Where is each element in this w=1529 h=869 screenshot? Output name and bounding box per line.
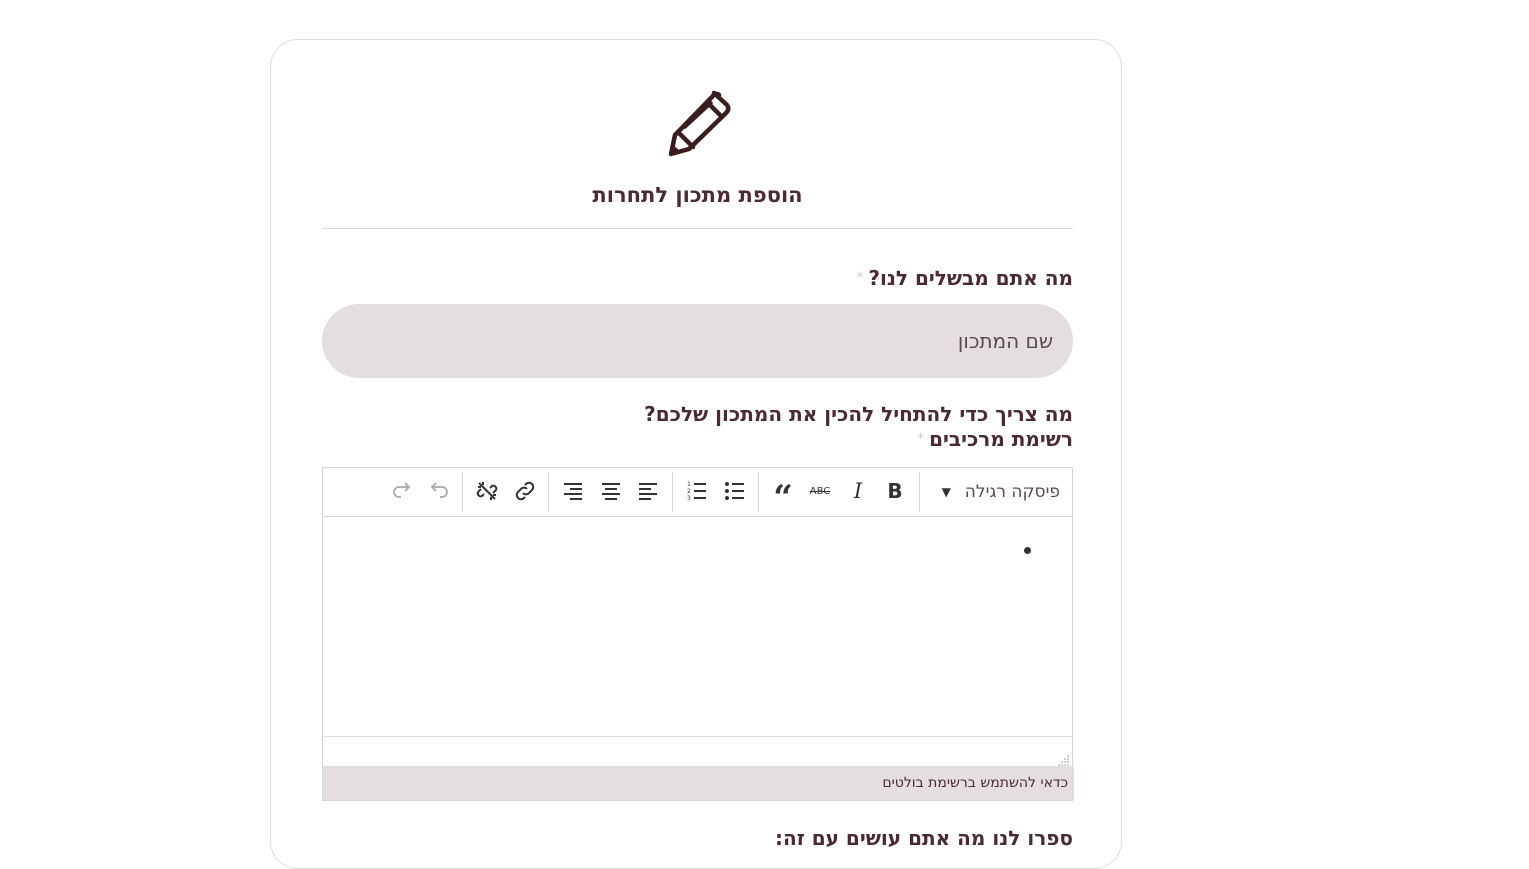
required-mark: *: [856, 270, 864, 286]
undo-button[interactable]: [422, 474, 456, 508]
recipe-name-label-text: מה אתם מבשלים לנו?: [868, 266, 1073, 290]
bold-button[interactable]: B: [878, 474, 912, 508]
unlink-button[interactable]: [470, 474, 504, 508]
ingredients-label: מה צריך כדי להתחיל להכין את המתכון שלכם?…: [644, 402, 1073, 452]
recipe-name-input[interactable]: [322, 304, 1073, 378]
ingredients-label-line2: רשימת מרכיבים: [929, 427, 1073, 451]
ingredients-editor: 123 “ ABC I B פיסקה רגילה ▼ כדאי להשתמש …: [322, 467, 1074, 801]
italic-icon: I: [853, 479, 863, 503]
align-left-button[interactable]: [631, 474, 665, 508]
svg-text:3: 3: [687, 495, 691, 502]
toolbar-separator: [672, 472, 673, 512]
redo-button[interactable]: [385, 474, 419, 508]
paragraph-format-value: פיסקה רגילה: [964, 482, 1060, 502]
editor-statusbar: [323, 736, 1072, 768]
toolbar-separator: [462, 472, 463, 512]
strikethrough-icon: ABC: [809, 485, 831, 497]
ingredients-hint: כדאי להשתמש ברשימת בולטים: [323, 766, 1074, 800]
paragraph-format-dropdown[interactable]: פיסקה רגילה ▼: [942, 476, 1060, 508]
svg-text:1: 1: [687, 481, 691, 488]
editor-toolbar: 123 “ ABC I B פיסקה רגילה ▼: [323, 468, 1072, 517]
redo-icon: [393, 482, 411, 498]
form-card: הוספת מתכון לתחרות מה אתם מבשלים לנו?* מ…: [270, 39, 1122, 869]
pencil-icon: [668, 90, 731, 157]
bulleted-list-icon: [725, 482, 744, 500]
editor-content-area[interactable]: [323, 517, 1072, 736]
header-divider: [322, 228, 1073, 229]
form-title: הוספת מתכון לתחרות: [592, 183, 803, 207]
align-left-icon: [639, 483, 657, 500]
toolbar-separator: [548, 472, 549, 512]
resize-grip-icon[interactable]: [1058, 754, 1070, 766]
numbered-list-button[interactable]: 123: [680, 474, 714, 508]
italic-button[interactable]: I: [841, 474, 875, 508]
align-center-icon: [602, 483, 620, 500]
undo-icon: [430, 482, 448, 498]
link-button[interactable]: [508, 474, 542, 508]
recipe-name-label: מה אתם מבשלים לנו?*: [856, 266, 1073, 291]
bold-icon: B: [887, 479, 903, 503]
strikethrough-button[interactable]: ABC: [803, 474, 837, 508]
link-icon: [515, 481, 535, 501]
align-center-button[interactable]: [594, 474, 628, 508]
align-right-button[interactable]: [556, 474, 590, 508]
unlink-icon: [476, 482, 498, 500]
bulleted-list-button[interactable]: [718, 474, 752, 508]
quote-icon: “: [773, 478, 793, 518]
toolbar-separator: [919, 472, 920, 512]
required-mark: *: [917, 431, 925, 447]
caret-down-icon: ▼: [941, 485, 951, 499]
toolbar-separator: [758, 472, 759, 512]
blockquote-button[interactable]: “: [766, 474, 800, 515]
numbered-list-icon: 123: [687, 481, 706, 502]
list-bullet: [1024, 547, 1031, 554]
align-right-icon: [564, 483, 582, 500]
ingredients-label-line1: מה צריך כדי להתחיל להכין את המתכון שלכם?: [644, 402, 1073, 426]
svg-text:2: 2: [687, 488, 691, 495]
